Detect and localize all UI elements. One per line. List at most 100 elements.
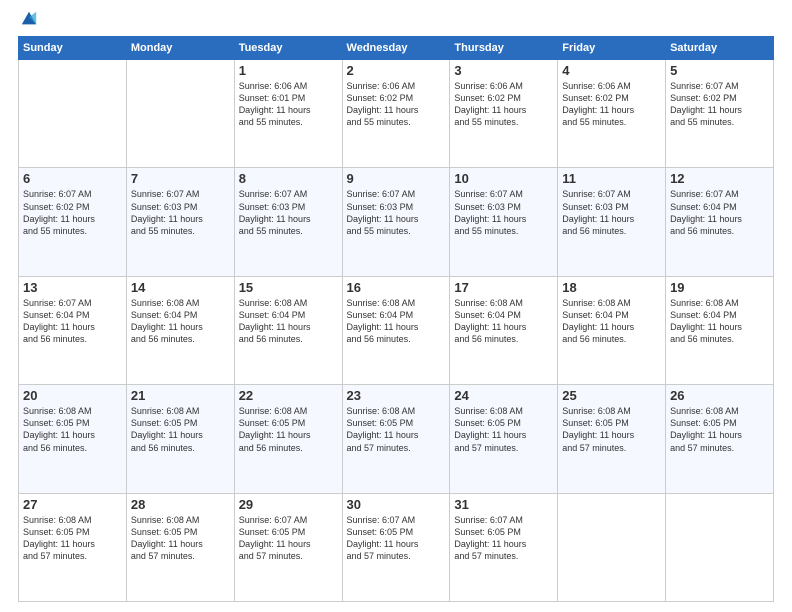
- calendar-cell: 9 Sunrise: 6:07 AM Sunset: 6:03 PM Daylig…: [342, 168, 450, 276]
- calendar-cell: 29 Sunrise: 6:07 AM Sunset: 6:05 PM Dayli…: [234, 493, 342, 601]
- day-number: 26: [670, 388, 769, 403]
- calendar-cell: 10 Sunrise: 6:07 AM Sunset: 6:03 PM Dayli…: [450, 168, 558, 276]
- day-info: Sunrise: 6:08 AM Sunset: 6:04 PM Dayligh…: [562, 297, 661, 346]
- calendar-cell: 15 Sunrise: 6:08 AM Sunset: 6:04 PM Dayli…: [234, 276, 342, 384]
- day-info: Sunrise: 6:06 AM Sunset: 6:01 PM Dayligh…: [239, 80, 338, 129]
- day-info: Sunrise: 6:08 AM Sunset: 6:05 PM Dayligh…: [23, 514, 122, 563]
- day-number: 14: [131, 280, 230, 295]
- day-number: 23: [347, 388, 446, 403]
- page: SundayMondayTuesdayWednesdayThursdayFrid…: [0, 0, 792, 612]
- day-info: Sunrise: 6:07 AM Sunset: 6:05 PM Dayligh…: [454, 514, 553, 563]
- day-number: 29: [239, 497, 338, 512]
- day-info: Sunrise: 6:06 AM Sunset: 6:02 PM Dayligh…: [454, 80, 553, 129]
- calendar-cell: 19 Sunrise: 6:08 AM Sunset: 6:04 PM Dayli…: [666, 276, 774, 384]
- day-info: Sunrise: 6:08 AM Sunset: 6:05 PM Dayligh…: [131, 514, 230, 563]
- day-info: Sunrise: 6:07 AM Sunset: 6:03 PM Dayligh…: [131, 188, 230, 237]
- day-info: Sunrise: 6:06 AM Sunset: 6:02 PM Dayligh…: [562, 80, 661, 129]
- calendar-cell: 12 Sunrise: 6:07 AM Sunset: 6:04 PM Dayli…: [666, 168, 774, 276]
- day-info: Sunrise: 6:06 AM Sunset: 6:02 PM Dayligh…: [347, 80, 446, 129]
- day-number: 19: [670, 280, 769, 295]
- col-header-sunday: Sunday: [19, 37, 127, 60]
- day-info: Sunrise: 6:08 AM Sunset: 6:04 PM Dayligh…: [670, 297, 769, 346]
- calendar-cell: 26 Sunrise: 6:08 AM Sunset: 6:05 PM Dayli…: [666, 385, 774, 493]
- day-info: Sunrise: 6:07 AM Sunset: 6:05 PM Dayligh…: [347, 514, 446, 563]
- day-number: 3: [454, 63, 553, 78]
- day-info: Sunrise: 6:07 AM Sunset: 6:05 PM Dayligh…: [239, 514, 338, 563]
- day-number: 21: [131, 388, 230, 403]
- calendar-cell: 4 Sunrise: 6:06 AM Sunset: 6:02 PM Daylig…: [558, 60, 666, 168]
- col-header-monday: Monday: [126, 37, 234, 60]
- day-number: 18: [562, 280, 661, 295]
- day-info: Sunrise: 6:08 AM Sunset: 6:05 PM Dayligh…: [670, 405, 769, 454]
- day-number: 11: [562, 171, 661, 186]
- day-number: 27: [23, 497, 122, 512]
- calendar-cell: 30 Sunrise: 6:07 AM Sunset: 6:05 PM Dayli…: [342, 493, 450, 601]
- calendar-cell: 20Sunrise: 6:08 AM Sunset: 6:05 PM Dayli…: [19, 385, 127, 493]
- day-info: Sunrise: 6:08 AM Sunset: 6:05 PM Dayligh…: [454, 405, 553, 454]
- day-number: 13: [23, 280, 122, 295]
- calendar-week-3: 13Sunrise: 6:07 AM Sunset: 6:04 PM Dayli…: [19, 276, 774, 384]
- day-number: 30: [347, 497, 446, 512]
- header: [18, 18, 774, 28]
- day-info: Sunrise: 6:08 AM Sunset: 6:04 PM Dayligh…: [131, 297, 230, 346]
- day-info: Sunrise: 6:07 AM Sunset: 6:03 PM Dayligh…: [239, 188, 338, 237]
- calendar-cell: 16 Sunrise: 6:08 AM Sunset: 6:04 PM Dayli…: [342, 276, 450, 384]
- calendar-cell: [558, 493, 666, 601]
- calendar-cell: 28Sunrise: 6:08 AM Sunset: 6:05 PM Dayli…: [126, 493, 234, 601]
- day-info: Sunrise: 6:08 AM Sunset: 6:05 PM Dayligh…: [347, 405, 446, 454]
- day-number: 10: [454, 171, 553, 186]
- col-header-thursday: Thursday: [450, 37, 558, 60]
- calendar-week-5: 27 Sunrise: 6:08 AM Sunset: 6:05 PM Dayli…: [19, 493, 774, 601]
- day-number: 9: [347, 171, 446, 186]
- col-header-saturday: Saturday: [666, 37, 774, 60]
- calendar-cell: 14 Sunrise: 6:08 AM Sunset: 6:04 PM Dayli…: [126, 276, 234, 384]
- day-info: Sunrise: 6:08 AM Sunset: 6:05 PM Dayligh…: [131, 405, 230, 454]
- calendar-cell: 17 Sunrise: 6:08 AM Sunset: 6:04 PM Dayli…: [450, 276, 558, 384]
- day-number: 15: [239, 280, 338, 295]
- logo: [18, 18, 38, 28]
- day-number: 17: [454, 280, 553, 295]
- calendar-cell: 25 Sunrise: 6:08 AM Sunset: 6:05 PM Dayli…: [558, 385, 666, 493]
- day-info: Sunrise: 6:07 AM Sunset: 6:02 PM Dayligh…: [670, 80, 769, 129]
- calendar-cell: 22Sunrise: 6:08 AM Sunset: 6:05 PM Dayli…: [234, 385, 342, 493]
- calendar-cell: 6 Sunrise: 6:07 AM Sunset: 6:02 PM Daylig…: [19, 168, 127, 276]
- calendar-cell: 13Sunrise: 6:07 AM Sunset: 6:04 PM Dayli…: [19, 276, 127, 384]
- col-header-wednesday: Wednesday: [342, 37, 450, 60]
- calendar-cell: [126, 60, 234, 168]
- col-header-friday: Friday: [558, 37, 666, 60]
- day-number: 1: [239, 63, 338, 78]
- calendar-cell: 8Sunrise: 6:07 AM Sunset: 6:03 PM Daylig…: [234, 168, 342, 276]
- day-number: 24: [454, 388, 553, 403]
- day-info: Sunrise: 6:08 AM Sunset: 6:04 PM Dayligh…: [347, 297, 446, 346]
- day-info: Sunrise: 6:07 AM Sunset: 6:03 PM Dayligh…: [454, 188, 553, 237]
- col-header-tuesday: Tuesday: [234, 37, 342, 60]
- day-info: Sunrise: 6:07 AM Sunset: 6:02 PM Dayligh…: [23, 188, 122, 237]
- calendar-cell: 2Sunrise: 6:06 AM Sunset: 6:02 PM Daylig…: [342, 60, 450, 168]
- day-number: 4: [562, 63, 661, 78]
- calendar-cell: 23 Sunrise: 6:08 AM Sunset: 6:05 PM Dayli…: [342, 385, 450, 493]
- day-number: 6: [23, 171, 122, 186]
- day-info: Sunrise: 6:08 AM Sunset: 6:04 PM Dayligh…: [239, 297, 338, 346]
- calendar-cell: [19, 60, 127, 168]
- day-number: 5: [670, 63, 769, 78]
- calendar-cell: 21 Sunrise: 6:08 AM Sunset: 6:05 PM Dayli…: [126, 385, 234, 493]
- day-number: 25: [562, 388, 661, 403]
- logo-icon: [20, 10, 38, 28]
- day-number: 12: [670, 171, 769, 186]
- calendar-header-row: SundayMondayTuesdayWednesdayThursdayFrid…: [19, 37, 774, 60]
- calendar-cell: [666, 493, 774, 601]
- calendar-cell: 18 Sunrise: 6:08 AM Sunset: 6:04 PM Dayli…: [558, 276, 666, 384]
- day-info: Sunrise: 6:07 AM Sunset: 6:03 PM Dayligh…: [347, 188, 446, 237]
- day-number: 31: [454, 497, 553, 512]
- calendar-week-2: 6 Sunrise: 6:07 AM Sunset: 6:02 PM Daylig…: [19, 168, 774, 276]
- day-info: Sunrise: 6:08 AM Sunset: 6:05 PM Dayligh…: [562, 405, 661, 454]
- day-number: 20: [23, 388, 122, 403]
- calendar-week-1: 1 Sunrise: 6:06 AM Sunset: 6:01 PM Daylig…: [19, 60, 774, 168]
- calendar-week-4: 20 Sunrise: 6:08 AM Sunset: 6:05 PM Dayli…: [19, 385, 774, 493]
- calendar-cell: 1 Sunrise: 6:06 AM Sunset: 6:01 PM Daylig…: [234, 60, 342, 168]
- day-number: 16: [347, 280, 446, 295]
- calendar-cell: 11 Sunrise: 6:07 AM Sunset: 6:03 PM Dayli…: [558, 168, 666, 276]
- day-info: Sunrise: 6:07 AM Sunset: 6:03 PM Dayligh…: [562, 188, 661, 237]
- day-info: Sunrise: 6:08 AM Sunset: 6:04 PM Dayligh…: [454, 297, 553, 346]
- day-info: Sunrise: 6:07 AM Sunset: 6:04 PM Dayligh…: [670, 188, 769, 237]
